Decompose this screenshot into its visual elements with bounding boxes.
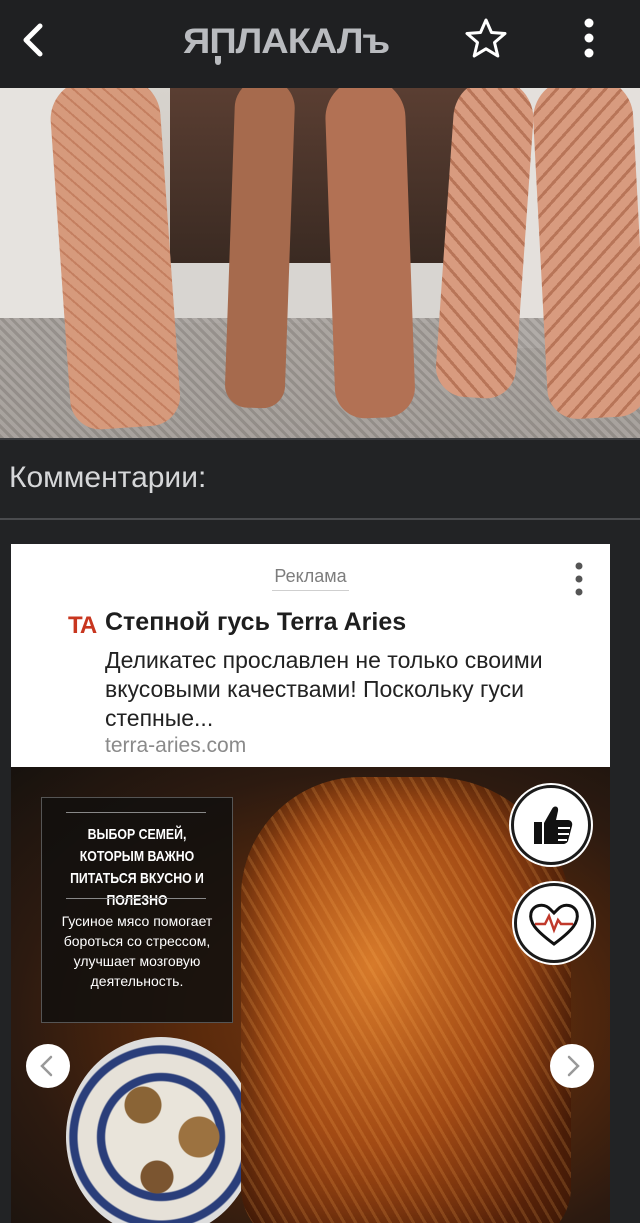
ad-card[interactable]: Реклама TA Степной гусь Terra Aries Дели… — [11, 544, 610, 1223]
heart-pulse-icon — [514, 883, 594, 963]
ad-image[interactable]: ВЫБОР СЕМЕЙ, КОТОРЫМ ВАЖНО ПИТАТЬСЯ ВКУС… — [11, 767, 610, 1223]
leg-shape — [324, 88, 416, 420]
leg-shape — [47, 88, 183, 432]
divider — [0, 438, 640, 440]
logo-drip — [215, 56, 221, 65]
ad-title[interactable]: Степной гусь Terra Aries — [105, 608, 406, 637]
star-icon[interactable] — [462, 16, 510, 60]
thumbs-up-icon — [511, 785, 591, 865]
advertiser-logo: TA — [68, 612, 97, 639]
ad-more-icon[interactable] — [567, 560, 591, 598]
ad-description: Деликатес прославлен не только своими вк… — [105, 647, 543, 731]
ad-label: Реклама — [11, 566, 610, 591]
leg-shape — [224, 88, 296, 409]
top-app-bar: ЯПЛАКАЛъ — [0, 0, 640, 88]
mushrooms — [101, 1057, 241, 1217]
comments-heading: Комментарии: — [9, 461, 207, 494]
leg-shape — [531, 88, 640, 421]
back-arrow-icon[interactable] — [14, 20, 54, 60]
ad-domain[interactable]: terra-aries.com — [105, 734, 246, 758]
ad-image-body: Гусиное мясо помогает бороться со стресс… — [61, 913, 213, 989]
divider — [0, 518, 640, 520]
post-image[interactable] — [0, 88, 640, 438]
logo-text: ЯПЛАКАЛъ — [183, 22, 390, 62]
ad-text-overlay: ВЫБОР СЕМЕЙ, КОТОРЫМ ВАЖНО ПИТАТЬСЯ ВКУС… — [41, 797, 233, 1023]
carousel-next-button[interactable] — [550, 1044, 594, 1088]
carousel-prev-button[interactable] — [26, 1044, 70, 1088]
more-vertical-icon[interactable] — [572, 14, 606, 62]
site-logo[interactable]: ЯПЛАКАЛъ — [183, 20, 435, 65]
